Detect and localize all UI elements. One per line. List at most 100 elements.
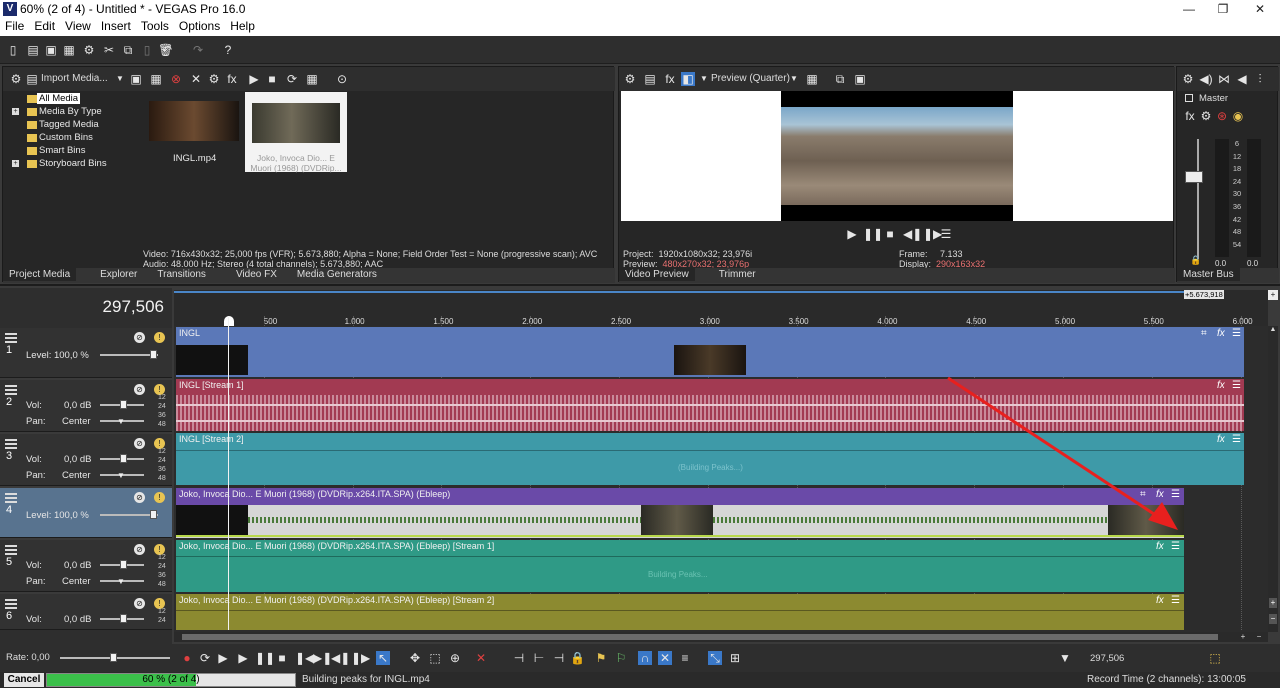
go-to-start-icon[interactable]: ❚◀ — [295, 651, 314, 665]
master-fader-knob[interactable] — [1185, 171, 1203, 183]
loop-region[interactable] — [174, 291, 1184, 293]
clip-menu-icon[interactable]: ☰ — [1232, 328, 1241, 339]
properties-icon[interactable]: ⚙ — [207, 72, 221, 86]
tree-custom-bins[interactable]: Custom Bins — [39, 132, 93, 143]
track-header-2[interactable]: 2 ⊘! Vol: 0,0 dB Pan: Center ▼ 12 24 36 48 — [0, 380, 172, 432]
auto-preview-icon[interactable]: ⟳ — [285, 72, 299, 86]
stop-icon[interactable]: ■ — [883, 227, 897, 241]
chevron-down-icon[interactable]: ▼ — [113, 72, 127, 86]
capture-icon[interactable]: ▣ — [129, 72, 143, 86]
rate-slider-knob[interactable] — [110, 653, 117, 662]
clean-icon[interactable]: ✕ — [189, 72, 203, 86]
cut-icon[interactable]: ✂ — [102, 43, 116, 57]
downmix-icon[interactable]: ⋈ — [1217, 72, 1231, 86]
tab-transitions[interactable]: Transitions — [151, 268, 212, 281]
delete-icon[interactable]: ✕ — [474, 651, 488, 665]
zoom-out-icon[interactable]: − — [1269, 614, 1277, 624]
snapping-icon[interactable]: ∩ — [638, 651, 652, 665]
playhead-line[interactable] — [228, 316, 229, 630]
selection-tool-icon[interactable]: ⬚ — [428, 651, 442, 665]
mute-icon[interactable]: ⊘ — [134, 384, 145, 395]
media-item-joko[interactable]: Joko, Invoca Dio... E Muori (1968) (DVDR… — [245, 92, 347, 173]
import-icon[interactable]: ▤ — [25, 72, 39, 86]
split-screen-icon[interactable]: ◧ — [681, 72, 695, 86]
play-icon[interactable]: ▶ — [247, 72, 261, 86]
tree-all-media[interactable]: All Media — [37, 93, 81, 104]
solo-icon[interactable]: ! — [154, 332, 165, 343]
pan-knob-icon[interactable]: ▼ — [117, 577, 125, 586]
stop-icon[interactable]: ■ — [275, 651, 289, 665]
views-icon[interactable]: ▦ — [305, 72, 319, 86]
trim-icon[interactable]: ⊣ — [512, 651, 526, 665]
clip-joko-stream2[interactable]: Joko, Invoca Dio... E Muori (1968) (DVDR… — [176, 594, 1184, 630]
clip-ingl-video[interactable]: INGL ⌗ fx ☰ — [176, 327, 1244, 377]
new-project-icon[interactable]: ▯ — [6, 43, 20, 57]
normal-edit-tool-icon[interactable]: ↖ — [376, 651, 390, 665]
clip-menu-icon[interactable]: ☰ — [1232, 380, 1241, 391]
solo-icon[interactable]: ! — [154, 492, 165, 503]
auto-crossfade-icon[interactable]: ✕ — [658, 651, 672, 665]
fx-icon[interactable]: fx — [1156, 541, 1164, 552]
clip-menu-icon[interactable]: ☰ — [1171, 595, 1180, 606]
save-icon[interactable]: ▣ — [44, 43, 58, 57]
menu-view[interactable]: View — [60, 18, 96, 34]
crop-icon[interactable]: ⌗ — [1201, 328, 1207, 339]
menu-edit[interactable]: Edit — [29, 18, 60, 34]
expand-icon[interactable]: + — [12, 108, 19, 115]
mute-icon[interactable]: ⊘ — [134, 492, 145, 503]
menu-options[interactable]: Options — [174, 18, 225, 34]
gear-icon[interactable]: ⚙ — [9, 72, 23, 86]
speaker-icon[interactable]: ◀) — [1199, 72, 1213, 86]
save-snapshot-icon[interactable]: ▣ — [853, 72, 867, 86]
envelope-tool-icon[interactable]: ✥ — [408, 651, 422, 665]
expand-icon[interactable]: + — [12, 160, 19, 167]
scroll-up-icon[interactable]: ▲ — [1269, 326, 1277, 336]
chevron-down-icon[interactable]: ▼ — [787, 72, 801, 86]
lock-envelopes-icon[interactable]: ⤡ — [708, 651, 722, 665]
prev-frame-icon[interactable]: ◀❚ — [903, 227, 922, 241]
tree-storyboard-bins[interactable]: Storyboard Bins — [39, 158, 107, 169]
region-icon[interactable]: ⚐ — [614, 651, 628, 665]
search-icon[interactable]: ⊙ — [335, 72, 349, 86]
tab-explorer[interactable]: Explorer — [94, 268, 143, 281]
tree-media-by-type[interactable]: Media By Type — [39, 106, 102, 117]
properties-icon[interactable]: ⚙ — [82, 43, 96, 57]
menu-file[interactable]: File — [0, 18, 29, 34]
pan-knob-icon[interactable]: ▼ — [117, 471, 125, 480]
track-header-3[interactable]: 3 ⊘! Vol: 0,0 dB Pan: Center ▼ 12 24 36 48 — [0, 434, 172, 486]
track-header-4[interactable]: 4 ⊘! Level: 100,0 % — [0, 488, 172, 538]
undo-icon[interactable]: ↶ — [160, 43, 174, 57]
render-icon[interactable]: ▦ — [62, 43, 76, 57]
pan-knob-icon[interactable]: ▼ — [117, 417, 125, 426]
copy-snapshot-icon[interactable]: ⧉ — [833, 72, 847, 86]
mute-icon[interactable]: ⊘ — [134, 544, 145, 555]
next-frame-icon[interactable]: ❚▶ — [351, 651, 370, 665]
solo-icon[interactable]: ◉ — [1231, 109, 1245, 123]
pause-icon[interactable]: ❚❚ — [863, 227, 883, 241]
trim-end-icon[interactable]: ⊣ — [552, 651, 566, 665]
vol-slider-knob[interactable] — [120, 560, 127, 569]
menu-icon[interactable]: ☰ — [939, 227, 953, 241]
auto-ripple-icon[interactable]: ≡ — [678, 651, 692, 665]
redo-icon[interactable]: ↷ — [191, 43, 205, 57]
record-icon[interactable]: ● — [180, 651, 194, 665]
fx-icon[interactable]: fx — [1156, 595, 1164, 606]
track-header-6[interactable]: 6 ⊘! Vol: 0,0 dB 12 24 — [0, 594, 172, 630]
pause-icon[interactable]: ❚❚ — [255, 651, 275, 665]
level-slider-knob[interactable] — [150, 510, 157, 519]
copy-icon[interactable]: ⧉ — [121, 43, 135, 57]
open-icon[interactable]: ▤ — [26, 43, 40, 57]
ignore-grouping-icon[interactable]: ⊞ — [728, 651, 742, 665]
clip-menu-icon[interactable]: ☰ — [1171, 541, 1180, 552]
maximize-button[interactable]: ❐ — [1203, 0, 1243, 18]
lock-icon[interactable]: 🔒 — [570, 651, 585, 665]
timeline-ruler[interactable]: +5.673,918 — [174, 290, 1268, 326]
tree-tagged-media[interactable]: Tagged Media — [39, 119, 99, 130]
menu-help[interactable]: Help — [225, 18, 260, 34]
clip-menu-icon[interactable]: ☰ — [1232, 434, 1241, 445]
dim-icon[interactable]: ◀ — [1235, 72, 1249, 86]
go-to-end-icon[interactable]: ▶❚ — [313, 651, 332, 665]
grid-icon[interactable]: ▦ — [805, 72, 819, 86]
fx-icon[interactable]: fx — [1217, 328, 1225, 339]
track-menu-icon[interactable] — [5, 599, 17, 609]
